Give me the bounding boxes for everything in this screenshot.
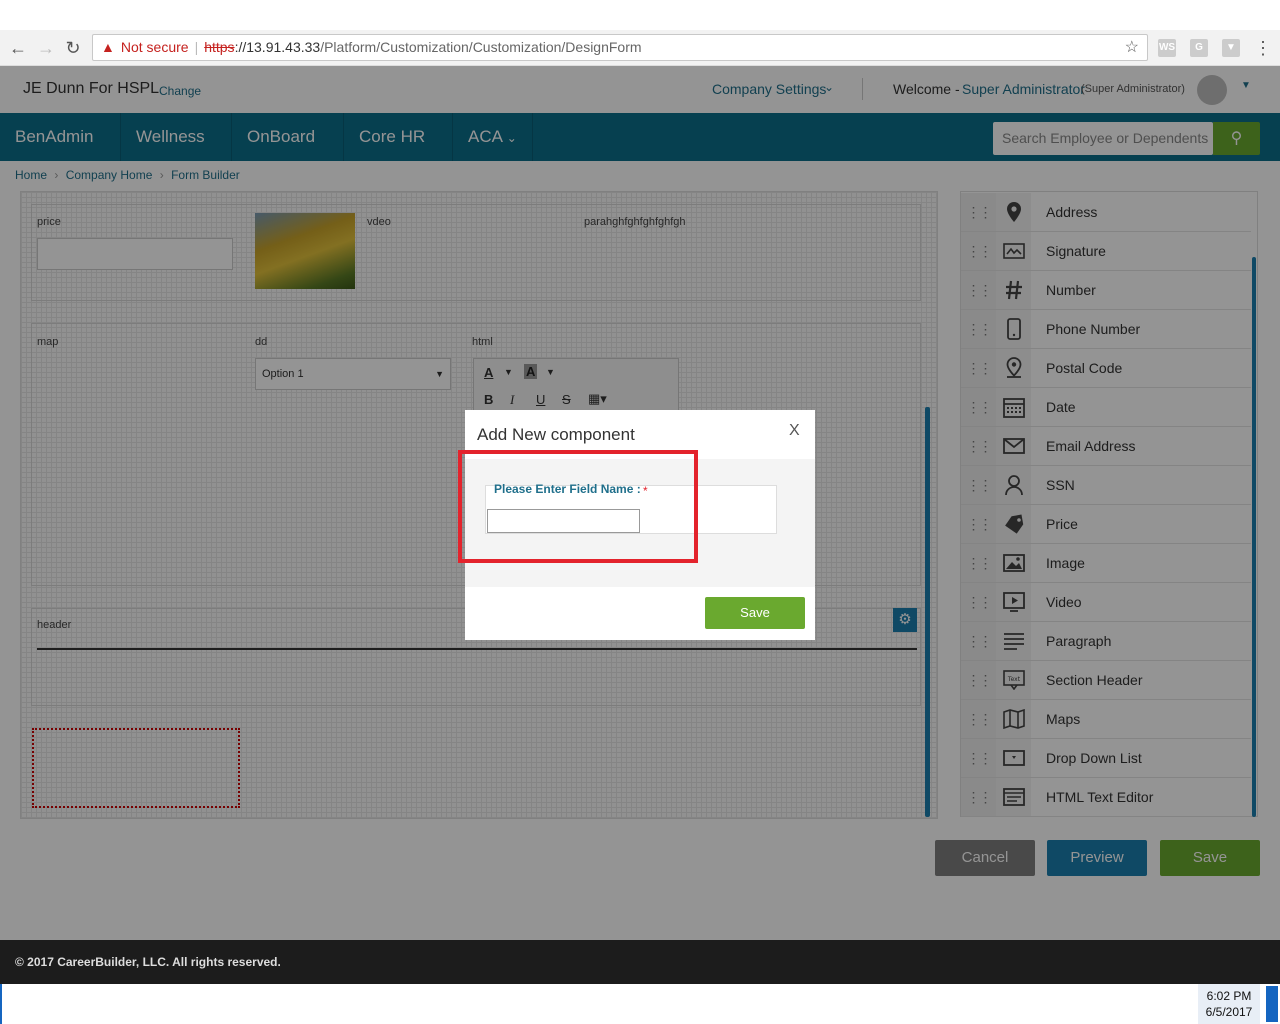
show-desktop-button[interactable]	[1266, 986, 1278, 1022]
window-top-strip	[0, 0, 1280, 30]
system-clock[interactable]: 6:02 PM 6/5/2017	[1198, 984, 1260, 1024]
extension-g-icon[interactable]: G	[1190, 39, 1208, 57]
url-host: ://13.91.43.33	[234, 39, 321, 55]
warning-icon: ▲	[101, 39, 115, 55]
extension-pdf-icon[interactable]: ▼	[1222, 39, 1240, 57]
close-icon[interactable]: X	[789, 422, 800, 440]
footer: © 2017 CareerBuilder, LLC. All rights re…	[0, 940, 1280, 984]
star-icon[interactable]: ☆	[1125, 35, 1139, 60]
clock-date: 6/5/2017	[1205, 1005, 1253, 1019]
copyright-text: © 2017 CareerBuilder, LLC. All rights re…	[15, 955, 281, 969]
url-path: /Platform/Customization/Customization/De…	[320, 39, 642, 55]
browser-toolbar: ← → ↻ ▲ Not secure | https://13.91.43.33/Pl…	[0, 30, 1280, 66]
dialog-save-button[interactable]: Save	[705, 597, 805, 629]
clock-time: 6:02 PM	[1206, 989, 1252, 1003]
forward-icon[interactable]: →	[36, 38, 56, 58]
address-bar[interactable]: ▲ Not secure | https://13.91.43.33/Platform…	[92, 34, 1148, 61]
extension-ws-icon[interactable]: WS	[1158, 39, 1176, 57]
dialog-title: Add New component	[477, 425, 635, 444]
highlight-annotation	[458, 450, 698, 563]
url-scheme: https	[204, 39, 235, 55]
taskbar-edge	[0, 984, 2, 1024]
menu-icon[interactable]: ⋮	[1253, 38, 1273, 58]
back-icon[interactable]: ←	[8, 38, 28, 58]
taskbar: 6:02 PM 6/5/2017	[0, 984, 1280, 1024]
not-secure-label: Not secure	[120, 39, 189, 55]
reload-icon[interactable]: ↻	[63, 38, 83, 58]
address-separator: |	[194, 39, 199, 55]
